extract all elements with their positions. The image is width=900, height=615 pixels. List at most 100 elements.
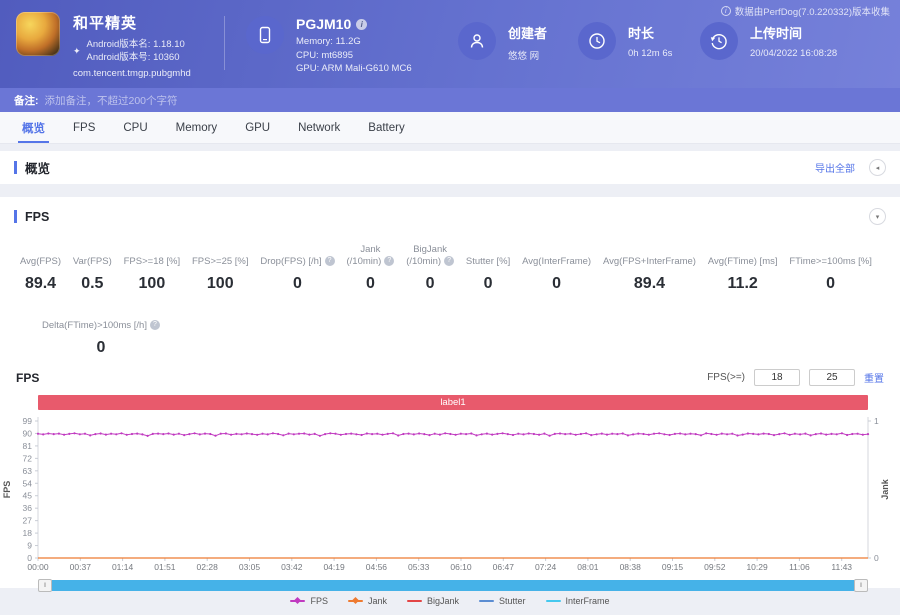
stat-fps-18-: FPS>=18 [%] 100 (123, 255, 181, 293)
device-info: PGJM10 i Memory: 11.2G CPU: mt6895 GPU: … (246, 16, 412, 76)
tab-GPU[interactable]: GPU (231, 112, 284, 143)
stat-avg-ftime-ms-: Avg(FTime) [ms] 11.2 (707, 255, 778, 293)
stat-value: 0 (425, 275, 435, 292)
svg-text:18: 18 (23, 528, 33, 538)
x-axis-labels: 00:00 00:37 01:14 01:51 02:28 03:05 03:42 04:19… (0, 562, 900, 574)
stat-jank: Jank (/10min)? 0 (344, 243, 396, 293)
x-tick-label: 11:06 (789, 562, 810, 572)
x-tick-label: 01:51 (154, 562, 176, 572)
legend-swatch (290, 596, 306, 605)
svg-text:FPS: FPS (2, 481, 12, 499)
stat-var-fps-: Var(FPS) 0.5 (72, 255, 112, 293)
scrollbar-right-handle[interactable]: ‖ (854, 579, 868, 592)
section-accent-bar (14, 210, 17, 223)
tab-Network[interactable]: Network (284, 112, 354, 143)
note-bar[interactable]: 备注: 添加备注，不超过200个字符 (0, 88, 900, 112)
overview-title: 概览 (25, 162, 51, 176)
svg-text:54: 54 (23, 478, 33, 488)
svg-text:45: 45 (23, 491, 33, 501)
stat-avg-fps-: Avg(FPS) 89.4 (20, 255, 62, 293)
legend-item-fps[interactable]: FPS (290, 596, 328, 606)
app-package: com.tencent.tmgp.pubgmhd (73, 68, 191, 79)
x-tick-label: 03:42 (281, 562, 303, 572)
fps-section: FPS ▾ Avg(FPS) 89.4 Var(FPS) 0.5 FPS>=18 [%]… (0, 197, 900, 606)
note-label: 备注: (14, 94, 39, 107)
device-model: PGJM10 (296, 16, 352, 32)
legend-item-stutter[interactable]: Stutter (479, 596, 526, 606)
fps-section-title: FPS (25, 209, 50, 224)
fps-collapse-button[interactable]: ▾ (869, 208, 886, 225)
x-tick-label: 06:47 (492, 562, 514, 572)
svg-text:63: 63 (23, 466, 33, 476)
svg-text:72: 72 (23, 453, 33, 463)
svg-text:36: 36 (23, 503, 33, 513)
app-version-code: Android版本号: 10360 (86, 52, 180, 63)
legend-label: BigJank (426, 596, 460, 606)
user-icon (458, 22, 496, 60)
device-memory: Memory: 11.2G (296, 36, 361, 47)
scrollbar-left-handle[interactable]: ‖ (38, 579, 52, 592)
tab-CPU[interactable]: CPU (109, 112, 161, 143)
device-cpu: CPU: mt6895 (296, 49, 354, 61)
help-icon[interactable]: ? (444, 255, 455, 266)
svg-text:9: 9 (27, 541, 32, 551)
legend-item-bigjank[interactable]: BigJank (406, 596, 460, 606)
scrollbar-track[interactable] (52, 580, 854, 591)
x-tick-label: 10:29 (746, 562, 768, 572)
x-tick-label: 09:15 (661, 562, 684, 572)
stat-avg-fps-interframe-: Avg(FPS+InterFrame) 89.4 (602, 255, 696, 293)
fps-threshold-input-1[interactable] (754, 369, 800, 386)
fps-line-chart[interactable]: 0918273645546372819099 10FPS Jank (0, 413, 900, 565)
creator-info: 创建者 悠悠 网 (458, 22, 547, 62)
chart-scrollbar[interactable]: ‖ ‖ (38, 579, 868, 592)
tab-概览[interactable]: 概览 (8, 112, 59, 143)
svg-text:90: 90 (23, 428, 33, 438)
legend-label: InterFrame (565, 596, 610, 606)
export-all-link[interactable]: 导出全部 (815, 160, 855, 175)
stat-value: 0.5 (81, 275, 104, 292)
stat-delta-ftime-100ms-h-: Delta(FTime)>100ms [/h]? 0 (40, 307, 162, 357)
app-icon (16, 12, 60, 56)
fps-chart-title: FPS (16, 371, 40, 385)
tab-bar: 概览 FPS CPU Memory GPU Network Battery (0, 112, 900, 144)
legend-item-interframe[interactable]: InterFrame (545, 596, 610, 606)
tab-Battery[interactable]: Battery (354, 112, 418, 143)
collected-by-note: i 数据由PerfDog(7.0.220332)版本收集 (720, 4, 890, 18)
reset-link[interactable]: 重置 (864, 370, 884, 385)
stat-value: 0 (96, 339, 106, 356)
chart-region-label[interactable]: label1 (38, 395, 868, 410)
svg-text:1: 1 (874, 416, 879, 426)
x-tick-label: 08:38 (619, 562, 641, 572)
legend-swatch (406, 600, 422, 602)
x-tick-label: 00:37 (69, 562, 91, 572)
device-info-icon[interactable]: i (356, 18, 368, 30)
stat-value: 0 (293, 275, 302, 292)
overview-collapse-button[interactable]: ◂ (869, 159, 886, 176)
tab-FPS[interactable]: FPS (59, 112, 109, 143)
fps-stats-row: Avg(FPS) 89.4 Var(FPS) 0.5 FPS>=18 [%] 100 FPS… (18, 243, 874, 293)
help-icon[interactable]: ? (149, 319, 160, 330)
x-tick-label: 04:19 (323, 562, 345, 572)
creator-label: 创建者 (508, 26, 548, 41)
tab-Memory[interactable]: Memory (162, 112, 232, 143)
legend-item-jank[interactable]: Jank (347, 596, 387, 606)
history-clock-icon (700, 22, 738, 60)
stat-value: 0 (365, 275, 375, 292)
legend-label: Stutter (499, 596, 526, 606)
legend-label: FPS (310, 596, 328, 606)
stat-value: 89.4 (633, 275, 666, 292)
x-tick-label: 06:10 (450, 562, 472, 572)
phone-icon (246, 16, 284, 54)
upload-time-label: 上传时间 (750, 26, 803, 41)
stat-value: 0 (483, 275, 493, 292)
fps-threshold-input-2[interactable] (809, 369, 855, 386)
report-header: i 数据由PerfDog(7.0.220332)版本收集 和平精英 ✦ Andr… (0, 0, 900, 88)
x-tick-label: 01:14 (111, 562, 134, 572)
help-icon[interactable]: ? (324, 255, 335, 266)
collected-by-text: 数据由PerfDog(7.0.220332)版本收集 (734, 7, 890, 18)
x-tick-label: 04:56 (365, 562, 388, 572)
upload-info: 上传时间 20/04/2022 16:08:28 (700, 22, 837, 60)
stat-avg-interframe-: Avg(InterFrame) 0 (522, 255, 592, 293)
help-icon[interactable]: ? (384, 255, 395, 266)
stat-value: 100 (138, 275, 166, 292)
